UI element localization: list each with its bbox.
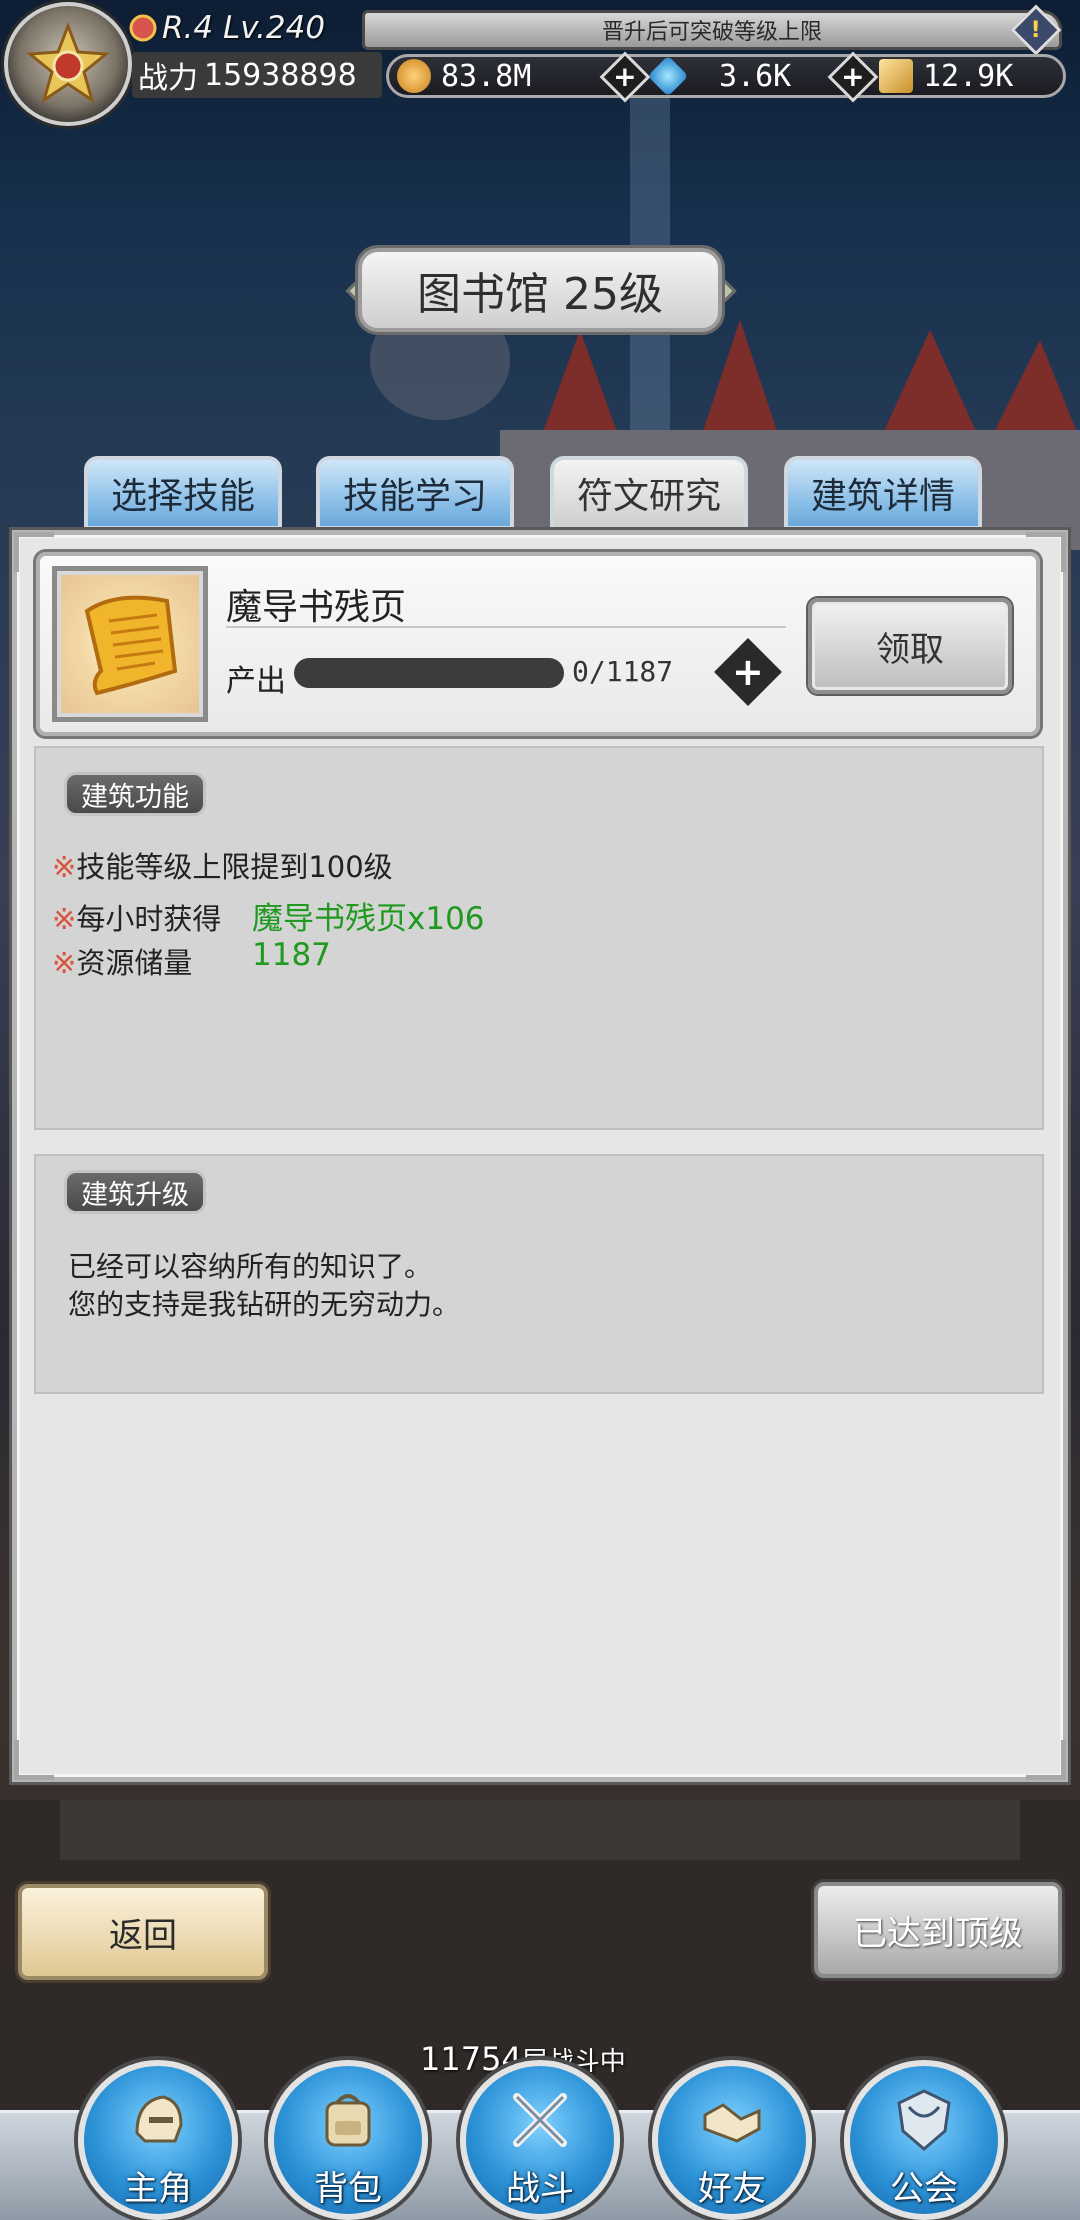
output-progress-text: 0/1187 [572, 655, 674, 688]
nav-label: 战斗 [506, 2169, 574, 2209]
tab-select-skill[interactable]: 选择技能 [84, 456, 282, 530]
power-display: 战力 15938898 [132, 52, 382, 98]
section-tag-function: 建筑功能 [64, 772, 206, 816]
crossed-swords-icon [513, 2093, 567, 2147]
resource-bar: 83.8M + 3.6K + 12.9K [386, 51, 1066, 103]
notice-bar[interactable]: 晋升后可突破等级上限 [362, 10, 1062, 50]
tab-label: 选择技能 [110, 476, 255, 517]
panel-corner-ornament [14, 1740, 54, 1780]
max-level-label: 已达到顶级 [853, 1913, 1023, 1954]
back-label: 返回 [109, 1915, 177, 1956]
function-line-label: 资源储量 [76, 946, 193, 980]
max-level-button[interactable]: 已达到顶级 [814, 1882, 1062, 1978]
section-tag-upgrade: 建筑升级 [64, 1170, 206, 1214]
item-icon-frame[interactable] [52, 566, 208, 722]
function-line-label: 技能等级上限提到100级 [76, 850, 393, 884]
rank-level-row: R.4 Lv.240 [128, 8, 364, 48]
rank-level-text: R.4 Lv.240 [162, 10, 326, 46]
tab-building-details[interactable]: 建筑详情 [784, 456, 982, 530]
backpack-icon [325, 2094, 371, 2147]
nav-guild[interactable]: 公会 [844, 2060, 1004, 2220]
resource-gem: 3.6K [647, 55, 792, 97]
notice-text: 晋升后可突破等级上限 [601, 20, 822, 45]
nav-label: 主角 [124, 2169, 192, 2209]
star-badge-icon [26, 22, 110, 104]
nav-label: 背包 [314, 2169, 382, 2209]
output-label: 产出 [226, 664, 286, 699]
resource-ticket: 12.9K [879, 57, 1013, 95]
bullet-mark: ※ [52, 850, 77, 884]
function-line-1: ※技能等级上限提到100级 [52, 844, 393, 886]
tab-label: 符文研究 [576, 476, 721, 517]
nav-hero[interactable]: 主角 [78, 2060, 238, 2220]
back-button[interactable]: 返回 [18, 1884, 268, 1980]
rank-emblem-icon [129, 14, 157, 42]
tab-skill-learning[interactable]: 技能学习 [316, 456, 514, 530]
bullet-mark: ※ [52, 946, 77, 980]
building-title-plate: 图书馆 25级 [358, 248, 722, 332]
claim-button[interactable]: 领取 [808, 598, 1012, 694]
section-tag-label: 建筑升级 [81, 1179, 189, 1211]
resource-gold: 83.8M [397, 57, 531, 95]
scroll-icon [84, 595, 178, 696]
tab-label: 技能学习 [342, 476, 487, 517]
resource-gem-value: 3.6K [719, 58, 792, 94]
upgrade-description: 已经可以容纳所有的知识了。 您的支持是我钻研的无穷动力。 [68, 1248, 460, 1324]
resource-gold-value: 83.8M [441, 58, 532, 94]
output-progress-bar [294, 658, 564, 688]
nav-label: 好友 [698, 2169, 766, 2209]
tab-label: 建筑详情 [810, 476, 955, 517]
resource-ticket-value: 12.9K [923, 58, 1014, 94]
panel-corner-ornament [1026, 1740, 1066, 1780]
nav-backpack[interactable]: 背包 [268, 2060, 428, 2220]
divider [226, 626, 786, 628]
bullet-mark: ※ [52, 902, 77, 936]
handshake-icon [703, 2103, 761, 2143]
function-line-label: 每小时获得 [76, 902, 222, 936]
player-avatar[interactable] [4, 2, 132, 126]
add-gem-button[interactable]: + [827, 51, 879, 103]
item-name: 魔导书残页 [226, 587, 407, 628]
tab-rune-research[interactable]: 符文研究 [550, 456, 748, 530]
function-line-2: ※每小时获得 [52, 896, 221, 938]
function-line-3: ※资源储量 [52, 940, 192, 982]
upgrade-line-2: 您的支持是我钻研的无穷动力。 [68, 1288, 461, 1321]
power-value: 15938898 [204, 57, 357, 93]
storage-value: 1187 [252, 937, 331, 973]
hourly-gain-value: 魔导书残页x106 [252, 901, 485, 937]
nav-friends[interactable]: 好友 [652, 2060, 812, 2220]
building-title: 图书馆 25级 [417, 269, 663, 320]
blue-gem-icon [647, 55, 689, 97]
add-gold-button[interactable]: + [599, 51, 651, 103]
nav-label: 公会 [890, 2169, 958, 2209]
gold-coin-icon [397, 59, 431, 93]
section-tag-label: 建筑功能 [81, 781, 189, 813]
power-label: 战力 [138, 61, 198, 96]
ticket-icon [879, 59, 913, 93]
guild-emblem-icon [897, 2089, 951, 2151]
helmet-icon [135, 2095, 183, 2143]
nav-battle[interactable]: 战斗 [460, 2060, 620, 2220]
top-status-bar: R.4 Lv.240 晋升后可突破等级上限 ! 战力 15938898 83.8… [0, 0, 1080, 126]
claim-label: 领取 [876, 629, 944, 670]
upgrade-line-1: 已经可以容纳所有的知识了。 [68, 1250, 433, 1283]
